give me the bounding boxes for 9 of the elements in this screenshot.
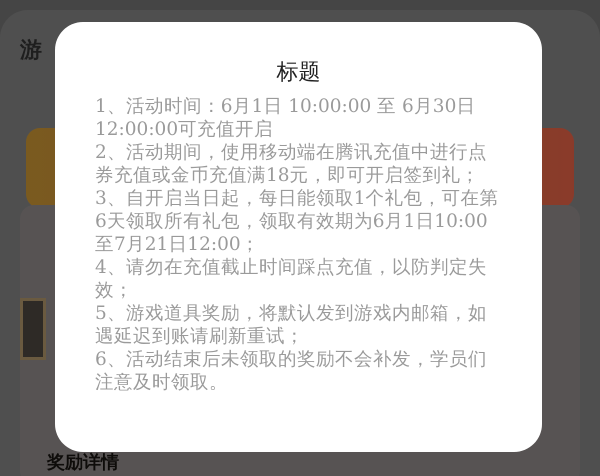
rule-text: 3、自开启当日起，每日能领取1个礼包，可在第6天领取所有礼包，领取有效期为6月1日10:00至7月21日12:00； — [95, 187, 500, 256]
rule-text: 1、活动时间：6月1日 10:00:00 至 6月30日 12:00:00可充值开启 — [95, 95, 476, 141]
rule-text: 4、请勿在充值截止时间踩点充值，以防判定失效； — [95, 256, 488, 302]
section-heading: 奖励详情 — [47, 453, 119, 473]
dialog-title: 标题 — [276, 59, 322, 87]
rule-text: 5、游戏道具奖励，将默认发到游戏内邮箱，如遇延迟到账请刷新重试； — [95, 302, 488, 348]
rule-text: 6、活动结束后未领取的奖励不会补发，学员们注意及时领取。 — [95, 348, 488, 394]
item-thumbnail — [20, 298, 46, 360]
rule-text: 2、活动期间，使用移动端在腾讯充值中进行点券充值或金币充值满18元，即可开启签到礼； — [95, 141, 488, 187]
